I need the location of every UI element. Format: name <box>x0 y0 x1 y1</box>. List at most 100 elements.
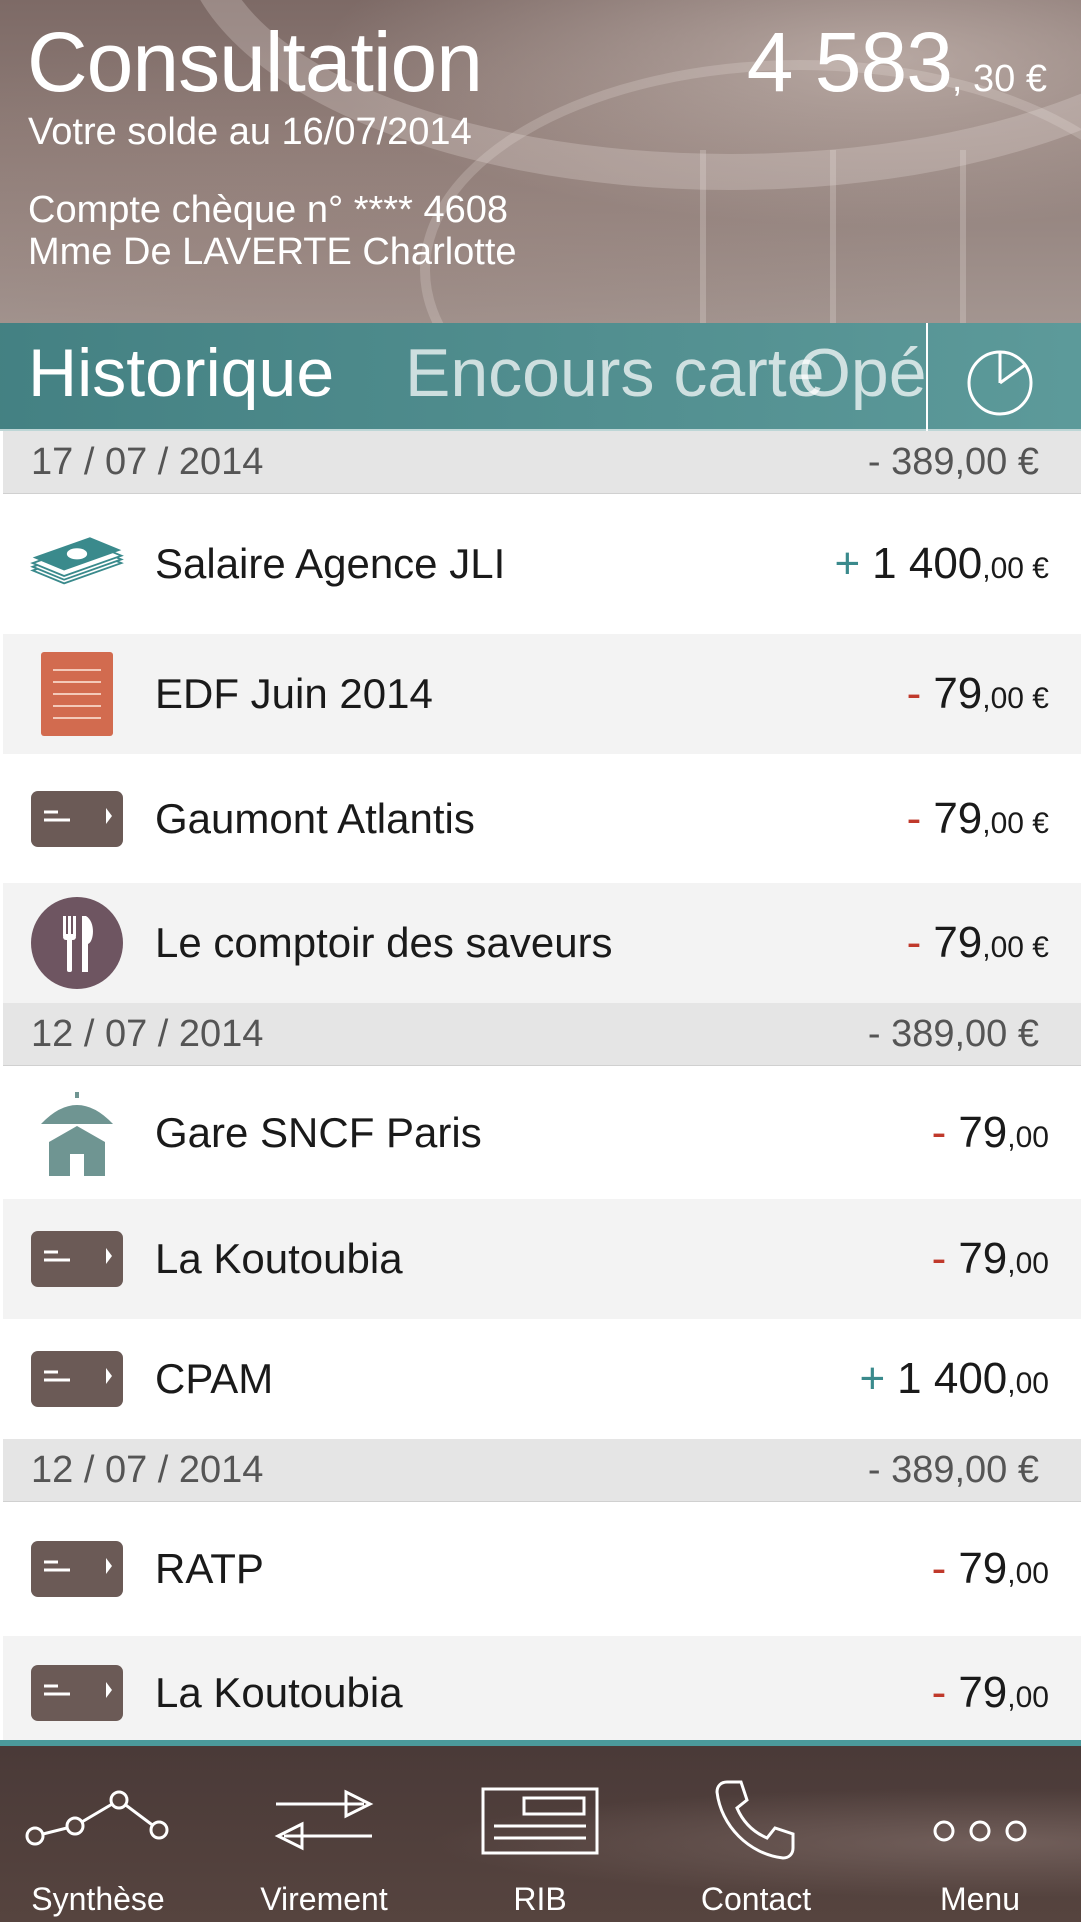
amount-sign: - <box>906 918 922 967</box>
nav-menu[interactable]: Menu <box>882 1746 1078 1922</box>
date-label: 12 / 07 / 2014 <box>31 1012 264 1055</box>
date-label: 12 / 07 / 2014 <box>31 1448 264 1491</box>
transfer-arrows-icon <box>274 1789 374 1851</box>
transaction-row[interactable]: RATP -79,00 <box>3 1502 1081 1636</box>
transaction-amount: -79,00 € <box>907 794 1049 844</box>
amount-sign: - <box>931 1107 947 1157</box>
transaction-amount: +1 400,00 € <box>834 539 1049 589</box>
bottom-navigation: Synthèse Virement RIB Contact Menu <box>0 1740 1081 1922</box>
nav-label: RIB <box>513 1881 567 1917</box>
amount-cents: ,00 <box>1007 1247 1049 1280</box>
amount-integer: 79 <box>958 1234 1008 1283</box>
card-icon <box>29 1211 125 1307</box>
amount-cents: ,00 € <box>982 806 1049 840</box>
nav-label: Menu <box>939 1881 1021 1917</box>
amount-integer: 1 400 <box>872 539 983 588</box>
transaction-label: Salaire Agence JLI <box>155 540 506 587</box>
tab-bar: Historique Encours carte Opé <box>0 323 1081 431</box>
transaction-row[interactable]: Gaumont Atlantis -79,00 € <box>3 754 1081 883</box>
nav-label: Synthèse <box>31 1881 165 1917</box>
amount-cents: ,00 € <box>982 552 1049 585</box>
amount-sign: + <box>859 1354 886 1403</box>
balance-date: Votre solde au 16/07/2014 <box>28 111 472 153</box>
amount-integer: 1 400 <box>897 1354 1008 1403</box>
amount-sign: - <box>931 1667 947 1717</box>
amount-sign: - <box>906 793 922 843</box>
transaction-row[interactable]: CPAM +1 400,00 <box>3 1319 1081 1439</box>
transaction-row[interactable]: La Koutoubia -79,00 <box>3 1199 1081 1319</box>
balance-integer: 4 583 <box>746 15 953 109</box>
account-header: Consultation 4 583, 30 € Votre solde au … <box>0 0 1081 323</box>
transaction-amount: -79,00 <box>932 1108 1049 1158</box>
chart-button[interactable] <box>960 341 1040 421</box>
card-icon <box>29 1645 125 1741</box>
nav-virement[interactable]: Virement <box>226 1746 422 1922</box>
amount-cents: ,00 <box>1007 1120 1049 1154</box>
transaction-label: RATP <box>155 1545 264 1592</box>
amount-integer: 79 <box>933 918 983 967</box>
amount-sign: + <box>834 539 861 588</box>
transaction-label: Gaumont Atlantis <box>155 794 475 842</box>
transaction-row[interactable]: Le comptoir des saveurs -79,00 € <box>3 883 1081 1003</box>
tab-historique[interactable]: Historique <box>28 339 334 407</box>
amount-integer: 79 <box>933 793 983 843</box>
amount-sign: - <box>906 669 922 718</box>
transaction-row[interactable]: Salaire Agence JLI +1 400,00 € <box>3 494 1081 634</box>
line-chart-icon <box>25 1790 169 1846</box>
bill-document-icon <box>29 646 125 742</box>
transaction-amount: +1 400,00 <box>859 1354 1049 1404</box>
transaction-amount: -79,00 <box>932 1668 1049 1718</box>
more-dots-icon <box>933 1820 1027 1842</box>
amount-cents: ,00 <box>1007 1557 1049 1590</box>
amount-integer: 79 <box>933 669 983 718</box>
header-background-decoration <box>960 150 966 323</box>
nav-rib[interactable]: RIB <box>442 1746 638 1922</box>
amount-cents: ,00 <box>1007 1680 1049 1714</box>
card-icon <box>29 771 125 867</box>
tab-divider <box>926 323 928 431</box>
transaction-row[interactable]: La Koutoubia -79,00 <box>3 1636 1081 1749</box>
date-total: - 389,00 € <box>867 440 1039 483</box>
amount-cents: ,00 € <box>982 682 1049 715</box>
date-total: - 389,00 € <box>867 1012 1039 1055</box>
transaction-label: Gare SNCF Paris <box>155 1108 482 1156</box>
transaction-amount: -79,00 € <box>907 669 1049 719</box>
rib-card-icon <box>481 1787 599 1855</box>
amount-integer: 79 <box>958 1107 1008 1157</box>
nav-label: Virement <box>260 1881 388 1917</box>
amount-integer: 79 <box>958 1667 1008 1717</box>
transaction-list: 17 / 07 / 2014 - 389,00 € Salaire Agence… <box>3 431 1081 1749</box>
header-background-decoration <box>700 150 706 323</box>
restaurant-icon <box>29 895 125 991</box>
amount-sign: - <box>931 1544 947 1593</box>
amount-sign: - <box>931 1234 947 1283</box>
account-balance: 4 583, 30 € <box>747 20 1047 104</box>
transaction-label: Le comptoir des saveurs <box>155 919 613 966</box>
money-stack-icon <box>29 516 125 612</box>
nav-contact[interactable]: Contact <box>658 1746 854 1922</box>
tab-operations[interactable]: Opé <box>798 339 927 407</box>
amount-cents: ,00 <box>1007 1367 1049 1400</box>
transaction-amount: -79,00 <box>932 1544 1049 1594</box>
transaction-row[interactable]: EDF Juin 2014 -79,00 € <box>3 634 1081 754</box>
transaction-amount: -79,00 € <box>907 918 1049 968</box>
header-background-decoration <box>830 150 836 323</box>
nav-label: Contact <box>700 1881 812 1917</box>
account-holder: Mme De LAVERTE Charlotte <box>28 231 517 273</box>
card-icon <box>29 1521 125 1617</box>
phone-icon <box>715 1780 795 1860</box>
account-number: Compte chèque n° **** 4608 <box>28 189 508 231</box>
nav-synthese[interactable]: Synthèse <box>0 1746 196 1922</box>
transaction-amount: -79,00 <box>932 1234 1049 1284</box>
tab-encours-carte[interactable]: Encours carte <box>405 339 825 407</box>
date-header: 12 / 07 / 2014 - 389,00 € <box>3 1003 1081 1066</box>
amount-integer: 79 <box>958 1544 1008 1593</box>
pie-chart-icon <box>967 350 1033 416</box>
transaction-row[interactable]: Gare SNCF Paris -79,00 <box>3 1066 1081 1199</box>
date-total: - 389,00 € <box>867 1448 1039 1491</box>
balance-decimal: , 30 € <box>951 58 1047 100</box>
house-umbrella-icon <box>29 1085 125 1181</box>
page-title: Consultation <box>27 15 483 109</box>
transaction-label: La Koutoubia <box>155 1668 403 1716</box>
date-header: 12 / 07 / 2014 - 389,00 € <box>3 1439 1081 1502</box>
